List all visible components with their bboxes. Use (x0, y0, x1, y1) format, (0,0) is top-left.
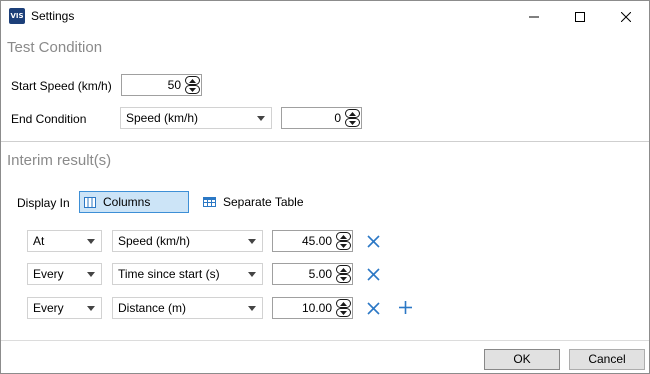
settings-dialog: VIS Settings Test Condition Start Speed … (0, 0, 650, 374)
section-divider (1, 141, 649, 142)
start-speed-stepper[interactable]: 50 (121, 74, 202, 96)
display-in-label: Display In (17, 196, 70, 210)
interim-row-3-value[interactable]: 10.00 (273, 298, 334, 318)
remove-icon (366, 301, 380, 315)
end-condition-value[interactable]: 0 (282, 108, 343, 128)
start-speed-increment-button[interactable] (185, 76, 200, 85)
end-condition-decrement-button[interactable] (345, 118, 360, 127)
interim-row-2-mode-value: Every (33, 267, 64, 281)
interim-row-2-quantity-value: Time since start (s) (118, 267, 220, 281)
interim-row-2-mode-select[interactable]: Every (27, 263, 102, 285)
maximize-button[interactable] (557, 1, 603, 32)
dropdown-arrow-icon (87, 239, 95, 244)
dropdown-arrow-icon (248, 272, 256, 277)
dropdown-arrow-icon (87, 306, 95, 311)
display-separate-table-label: Separate Table (223, 195, 304, 209)
chevron-up-icon (349, 111, 356, 116)
app-logo-icon: VIS (9, 8, 25, 24)
chevron-up-icon (340, 267, 347, 272)
end-condition-type-select[interactable]: Speed (km/h) (120, 107, 272, 129)
interim-row-1-mode-value: At (33, 234, 45, 248)
display-columns-toggle[interactable]: Columns (79, 191, 189, 213)
cancel-button[interactable]: Cancel (569, 349, 645, 370)
start-speed-label: Start Speed (km/h) (11, 79, 112, 93)
test-condition-title: Test Condition (7, 39, 103, 56)
add-interim-row-button[interactable] (396, 298, 414, 316)
plus-icon (398, 300, 412, 314)
ok-button[interactable]: OK (484, 349, 560, 370)
chevron-down-icon (349, 120, 356, 125)
interim-row-2-increment-button[interactable] (336, 265, 351, 274)
start-speed-decrement-button[interactable] (185, 85, 200, 94)
window-title: Settings (31, 9, 75, 23)
interim-row-1-increment-button[interactable] (336, 232, 351, 241)
interim-row-1-mode-select[interactable]: At (27, 230, 102, 252)
display-separate-table-toggle[interactable]: Separate Table (199, 191, 309, 213)
close-icon (621, 11, 631, 22)
interim-row-3-quantity-value: Distance (m) (118, 301, 187, 315)
remove-icon (366, 234, 380, 248)
interim-row-2-quantity-select[interactable]: Time since start (s) (112, 263, 263, 285)
dialog-footer: OK Cancel (1, 340, 649, 373)
interim-row-2-remove-button[interactable] (364, 265, 382, 283)
minimize-icon (529, 16, 539, 17)
chevron-down-icon (340, 243, 347, 248)
table-icon (203, 197, 216, 207)
display-columns-label: Columns (103, 195, 151, 209)
interim-row-3-remove-button[interactable] (364, 299, 382, 317)
maximize-icon (575, 11, 585, 22)
end-condition-increment-button[interactable] (345, 109, 360, 118)
interim-row-1-remove-button[interactable] (364, 232, 382, 250)
end-condition-type-value: Speed (km/h) (126, 111, 199, 125)
interim-row-2-decrement-button[interactable] (336, 274, 351, 283)
chevron-up-icon (340, 301, 347, 306)
chevron-down-icon (340, 310, 347, 315)
interim-row-1-value[interactable]: 45.00 (273, 231, 334, 251)
chevron-up-icon (189, 78, 196, 83)
minimize-button[interactable] (511, 1, 557, 32)
interim-row-1-quantity-select[interactable]: Speed (km/h) (112, 230, 263, 252)
interim-row-1-decrement-button[interactable] (336, 241, 351, 250)
close-button[interactable] (603, 1, 649, 32)
interim-row-2-value-stepper[interactable]: 5.00 (272, 263, 353, 285)
chevron-down-icon (340, 276, 347, 281)
chevron-down-icon (189, 87, 196, 92)
end-condition-value-stepper[interactable]: 0 (281, 107, 362, 129)
chevron-up-icon (340, 234, 347, 239)
interim-row-2-value[interactable]: 5.00 (273, 264, 334, 284)
columns-icon (84, 196, 96, 208)
interim-row-3-mode-value: Every (33, 301, 64, 315)
interim-row-3-mode-select[interactable]: Every (27, 297, 102, 319)
dropdown-arrow-icon (87, 272, 95, 277)
interim-results-title: Interim result(s) (7, 152, 112, 169)
remove-icon (366, 267, 380, 281)
dropdown-arrow-icon (257, 116, 265, 121)
interim-row-1-value-stepper[interactable]: 45.00 (272, 230, 353, 252)
interim-row-3-quantity-select[interactable]: Distance (m) (112, 297, 263, 319)
start-speed-value[interactable]: 50 (122, 75, 183, 95)
interim-row-3-value-stepper[interactable]: 10.00 (272, 297, 353, 319)
interim-row-3-decrement-button[interactable] (336, 308, 351, 317)
dropdown-arrow-icon (248, 239, 256, 244)
interim-row-3-increment-button[interactable] (336, 299, 351, 308)
interim-row-1-quantity-value: Speed (km/h) (118, 234, 191, 248)
dropdown-arrow-icon (248, 306, 256, 311)
title-bar[interactable]: VIS Settings (1, 1, 649, 32)
end-condition-label: End Condition (11, 112, 87, 126)
